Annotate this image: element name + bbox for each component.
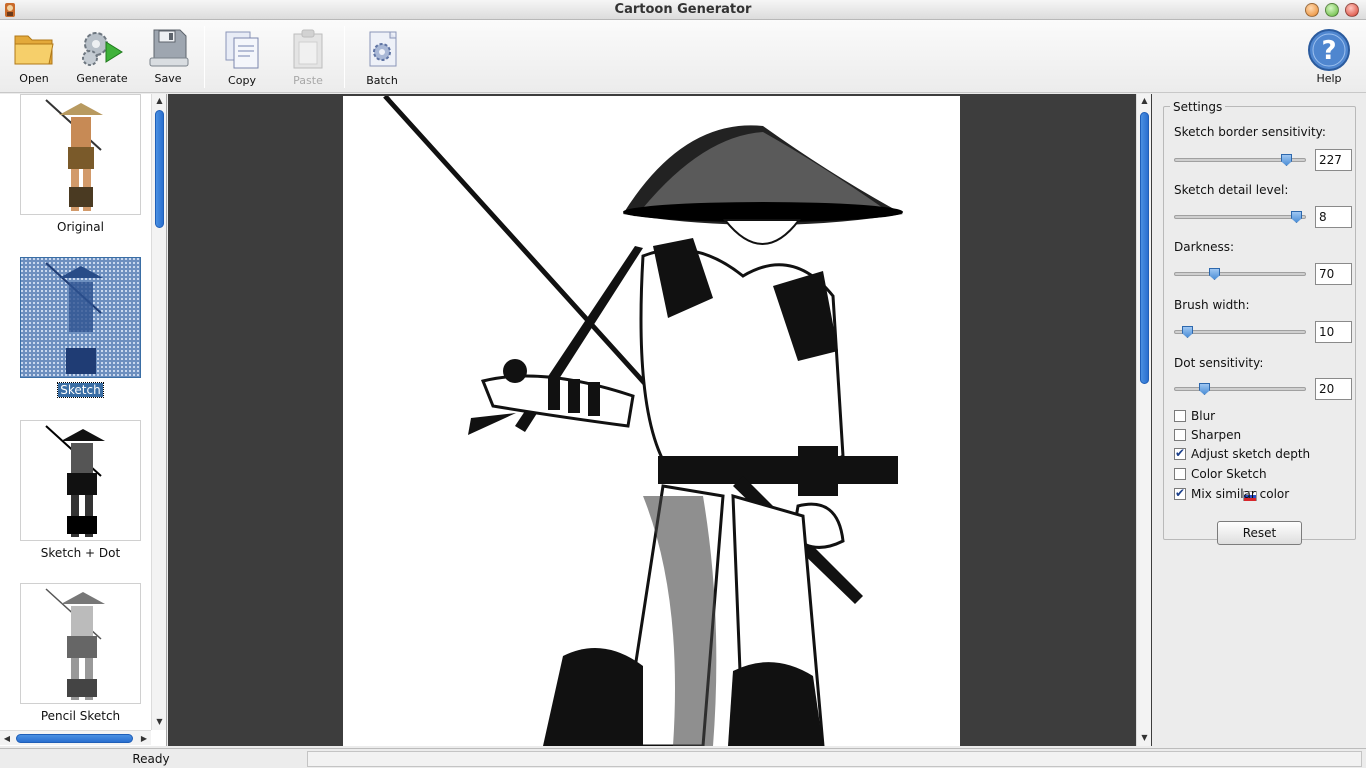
image-canvas[interactable]: ▲ ▼ — [168, 94, 1152, 746]
thumbnail-label: Sketch — [57, 382, 104, 398]
slider-thumb[interactable] — [1281, 154, 1292, 166]
title-bar: Cartoon Generator — [0, 0, 1366, 20]
gears-play-icon — [82, 32, 123, 66]
scroll-down-arrow[interactable]: ▼ — [152, 715, 167, 729]
window-title: Cartoon Generator — [614, 2, 752, 17]
sketch-border-sensitivity-input[interactable]: 227 — [1315, 149, 1352, 171]
minimize-button[interactable] — [1305, 3, 1319, 17]
thumbnail-label: Pencil Sketch — [40, 709, 121, 723]
thumbnail-label: Original — [57, 220, 104, 234]
batch-label: Batch — [366, 74, 398, 87]
checkbox-label: Mix similar color — [1191, 487, 1290, 501]
checkbox-box[interactable] — [1174, 429, 1186, 441]
settings-panel: Settings Sketch border sensitivity: 227 … — [1153, 94, 1366, 746]
thumbnail-horizontal-scrollbar[interactable]: ◀ ▶ — [0, 730, 151, 745]
copy-button[interactable]: Copy — [210, 24, 274, 90]
maximize-button[interactable] — [1325, 3, 1339, 17]
adjust-sketch-depth-checkbox[interactable]: Adjust sketch depth — [1174, 446, 1311, 461]
save-label: Save — [154, 72, 182, 85]
thumbnail-label: Sketch + Dot — [40, 546, 121, 560]
thumbnail-image — [20, 257, 141, 378]
scroll-up-arrow[interactable]: ▲ — [152, 94, 167, 108]
help-icon: ? — [1308, 29, 1350, 71]
scrollbar-thumb[interactable] — [1140, 112, 1149, 384]
status-progress-area — [307, 751, 1362, 767]
checkbox-box[interactable] — [1174, 468, 1186, 480]
color-sketch-checkbox[interactable]: Color Sketch — [1174, 467, 1267, 481]
slider-thumb[interactable] — [1182, 326, 1193, 338]
mix-similar-color-checkbox[interactable]: Mix similar color — [1174, 486, 1290, 501]
status-text: Ready — [132, 752, 170, 766]
thumbnail-sketch-dot[interactable]: Sketch + Dot — [20, 420, 141, 560]
slider-thumb[interactable] — [1291, 211, 1302, 223]
blur-checkbox[interactable]: Blur — [1174, 409, 1215, 423]
toolbar-separator — [344, 26, 345, 88]
checkbox-box[interactable] — [1174, 486, 1186, 500]
settings-group-title: Settings — [1170, 100, 1226, 114]
brush-width-label: Brush width: — [1174, 298, 1250, 312]
darkness-label: Darkness: — [1174, 240, 1235, 254]
save-button[interactable]: Save — [136, 24, 200, 90]
brush-width-slider[interactable] — [1174, 326, 1306, 338]
thumbnail-image — [20, 583, 141, 704]
help-button[interactable]: ? Help — [1297, 24, 1361, 90]
thumbnail-original[interactable]: Original — [20, 94, 141, 234]
sketch-detail-level-slider[interactable] — [1174, 211, 1306, 223]
help-label: Help — [1316, 72, 1342, 85]
batch-icon — [369, 31, 397, 67]
thumbnail-image — [20, 420, 141, 541]
scroll-left-arrow[interactable]: ◀ — [0, 731, 14, 746]
open-button[interactable]: Open — [2, 24, 66, 90]
sketch-border-sensitivity-label: Sketch border sensitivity: — [1174, 125, 1326, 139]
checkbox-label: Blur — [1191, 409, 1216, 423]
darkness-input[interactable]: 70 — [1315, 263, 1352, 285]
slider-thumb[interactable] — [1199, 383, 1210, 395]
settings-group: Settings Sketch border sensitivity: 227 … — [1163, 100, 1356, 545]
brush-width-input[interactable]: 10 — [1315, 321, 1352, 343]
scroll-down-arrow[interactable]: ▼ — [1137, 731, 1152, 745]
sketch-preview-image — [343, 96, 960, 746]
darkness-slider[interactable] — [1174, 268, 1306, 280]
sketch-detail-level-input[interactable]: 8 — [1315, 206, 1352, 228]
toolbar-separator — [204, 26, 205, 88]
paste-icon — [293, 29, 323, 69]
sharpen-checkbox[interactable]: Sharpen — [1174, 428, 1241, 442]
paste-button[interactable]: Paste — [276, 24, 340, 90]
checkbox-label: Adjust sketch depth — [1191, 447, 1311, 461]
thumbnail-sketch[interactable]: Sketch — [20, 257, 141, 398]
floppy-disk-icon — [149, 29, 189, 67]
status-bar: Ready — [0, 748, 1366, 768]
checkbox-label: Color Sketch — [1191, 467, 1267, 481]
copy-label: Copy — [228, 74, 256, 87]
scroll-right-arrow[interactable]: ▶ — [137, 731, 151, 746]
thumbnail-image — [20, 94, 141, 215]
dot-sensitivity-label: Dot sensitivity: — [1174, 356, 1264, 370]
sketch-border-sensitivity-slider[interactable] — [1174, 154, 1306, 166]
dot-sensitivity-slider[interactable] — [1174, 383, 1306, 395]
slider-thumb[interactable] — [1209, 268, 1220, 280]
checkbox-box[interactable] — [1174, 410, 1186, 422]
dot-sensitivity-input[interactable]: 20 — [1315, 378, 1352, 400]
scrollbar-thumb[interactable] — [155, 110, 164, 228]
scrollbar-thumb[interactable] — [16, 734, 133, 743]
checkbox-label: Sharpen — [1191, 428, 1242, 442]
thumbnail-vertical-scrollbar[interactable]: ▲ ▼ — [151, 94, 166, 730]
copy-icon — [225, 31, 259, 69]
thumbnail-panel: Original Sketch Sketch + Dot Pencil Sket… — [0, 94, 167, 746]
svg-text:?: ? — [1321, 36, 1336, 66]
open-label: Open — [19, 72, 49, 85]
generate-button[interactable]: Generate — [70, 24, 134, 90]
toolbar: Open Generate Save Copy Paste Batch ? He… — [0, 20, 1366, 93]
batch-button[interactable]: Batch — [350, 24, 414, 90]
checkbox-box[interactable] — [1174, 446, 1186, 460]
paste-label: Paste — [293, 74, 323, 87]
sketch-detail-level-label: Sketch detail level: — [1174, 183, 1289, 197]
folder-icon — [14, 35, 54, 65]
generate-label: Generate — [76, 72, 128, 85]
scroll-up-arrow[interactable]: ▲ — [1137, 94, 1152, 108]
thumbnail-pencil-sketch[interactable]: Pencil Sketch — [20, 583, 141, 723]
canvas-vertical-scrollbar[interactable]: ▲ ▼ — [1136, 94, 1151, 746]
close-button[interactable] — [1345, 3, 1359, 17]
reset-button[interactable]: Reset — [1217, 521, 1302, 545]
